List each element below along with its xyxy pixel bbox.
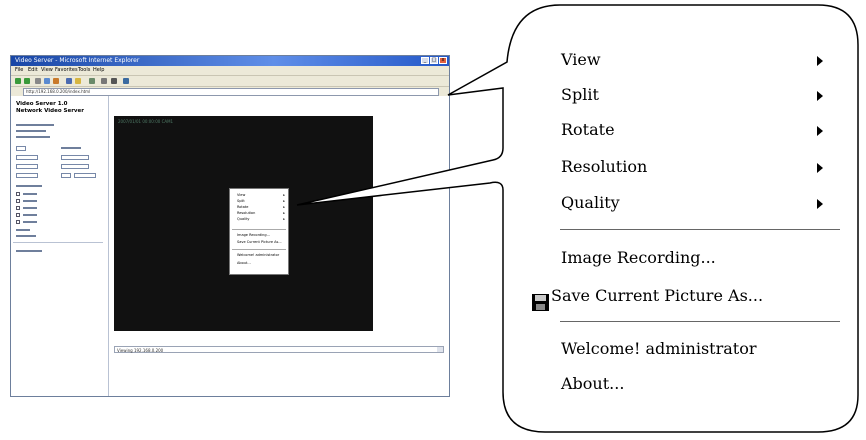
menu-item-image-recording[interactable]: Image Recording... bbox=[561, 248, 716, 267]
menu-item-resolution[interactable]: Resolution bbox=[561, 157, 647, 176]
floppy-disk-icon bbox=[532, 294, 549, 311]
menu-item-about[interactable]: About... bbox=[561, 374, 624, 393]
menu-separator bbox=[560, 321, 840, 322]
menu-item-rotate[interactable]: Rotate bbox=[561, 120, 615, 139]
submenu-arrow-icon bbox=[817, 126, 823, 136]
submenu-arrow-icon bbox=[817, 163, 823, 173]
menu-separator bbox=[560, 229, 840, 230]
submenu-arrow-icon bbox=[817, 91, 823, 101]
menu-item-quality[interactable]: Quality bbox=[561, 193, 620, 212]
context-menu-magnified: View Split Rotate Resolution Quality Ima… bbox=[520, 40, 840, 420]
submenu-arrow-icon bbox=[817, 56, 823, 66]
menu-item-view[interactable]: View bbox=[561, 50, 601, 69]
submenu-arrow-icon bbox=[817, 199, 823, 209]
menu-item-welcome[interactable]: Welcome! administrator bbox=[561, 339, 757, 358]
menu-item-split[interactable]: Split bbox=[561, 85, 599, 104]
menu-item-save-current-picture[interactable]: Save Current Picture As... bbox=[551, 286, 763, 305]
